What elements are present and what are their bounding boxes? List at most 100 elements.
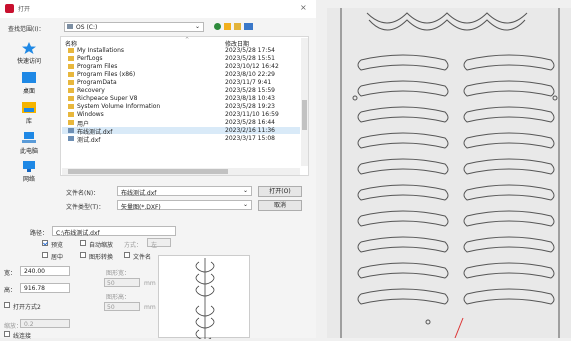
new-width-value: 50 <box>107 280 115 287</box>
sidebar-item-desktop[interactable]: 桌面 <box>0 72 58 95</box>
folder-icon <box>68 96 74 101</box>
cut-path <box>357 158 449 175</box>
scroll-thumb[interactable] <box>68 169 228 174</box>
file-checkbox[interactable] <box>124 252 130 258</box>
open-file-dialog: 打开 × 查找范围(I)： OS (C:) ⌄ 快速访问 桌面 库 此电脑 网络… <box>0 0 316 341</box>
center-checkbox[interactable] <box>42 252 48 258</box>
cut-path <box>357 184 449 201</box>
width-field[interactable]: 240.00 <box>20 266 70 276</box>
path-value: C:\布线测试.dxf <box>56 230 100 237</box>
width-label: 宽： <box>4 270 17 277</box>
file-date: 2023/5/28 16:44 <box>225 119 275 126</box>
vertical-scrollbar[interactable] <box>301 38 308 166</box>
filename-value: 布线测试.dxf <box>121 190 157 197</box>
new-folder-icon[interactable] <box>234 23 241 30</box>
file-name: My Installations <box>77 47 124 54</box>
sidebar-item-library[interactable]: 库 <box>0 102 58 125</box>
height-field[interactable]: 916.78 <box>20 283 70 293</box>
cut-path <box>463 288 555 305</box>
cut-path <box>463 80 555 97</box>
sidebar-item-this-pc[interactable]: 此电脑 <box>0 132 58 155</box>
folder-icon <box>68 120 74 125</box>
cut-path <box>357 210 449 227</box>
folder-icon <box>68 80 74 85</box>
folder-icon <box>68 64 74 69</box>
preview-checkbox[interactable] <box>42 240 48 246</box>
drive-icon <box>67 24 73 29</box>
file-row[interactable]: System Volume Information 2023/5/28 19:23 <box>62 103 300 110</box>
sidebar-item-network[interactable]: 网络 <box>0 160 58 183</box>
file-row[interactable]: Richpeace Super V8 2023/8/18 10:43 <box>62 95 300 102</box>
up-folder-icon[interactable] <box>224 23 231 30</box>
rotate-checkbox[interactable] <box>80 252 86 258</box>
folder-icon <box>68 56 74 61</box>
filetype-select[interactable]: 矢量图(*.DXF) ⌄ <box>117 200 252 211</box>
cut-path <box>463 210 555 227</box>
close-button[interactable]: × <box>300 3 307 12</box>
file-row[interactable]: 测试.dxf 2023/3/17 15:08 <box>62 135 300 144</box>
file-date: 2023/8/18 10:43 <box>225 95 275 102</box>
file-name: Richpeace Super V8 <box>77 95 138 102</box>
file-date: 2023/2/16 11:36 <box>225 127 275 134</box>
cut-path <box>463 236 555 253</box>
filetype-value: 矢量图(*.DXF) <box>121 204 161 211</box>
file-date: 2023/5/28 17:54 <box>225 47 275 54</box>
mark-circle <box>425 319 431 325</box>
file-name: Program Files <box>77 63 118 70</box>
new-width-field[interactable]: 50 <box>104 278 140 287</box>
drawing-outline <box>340 8 560 339</box>
dxf-file-icon <box>68 128 74 133</box>
lookin-select[interactable]: OS (C:) ⌄ <box>64 22 204 32</box>
sidebar-item-quick-access[interactable]: 快速访问 <box>0 42 58 65</box>
file-row[interactable]: Windows 2023/11/10 16:59 <box>62 111 300 118</box>
folder-icon <box>68 88 74 93</box>
file-row[interactable]: My Installations 2023/5/28 17:54 <box>62 47 300 54</box>
horizontal-scrollbar[interactable] <box>62 168 300 175</box>
file-date: 2023/5/28 15:51 <box>225 55 275 62</box>
preview-label: 预览 <box>51 242 64 249</box>
filename-input[interactable]: 布线测试.dxf ⌄ <box>117 186 252 197</box>
file-name: ProgramData <box>77 79 117 86</box>
path-field[interactable]: C:\布线测试.dxf <box>52 226 176 237</box>
path-label: 路径： <box>30 230 49 237</box>
connect-checkbox[interactable] <box>4 331 10 337</box>
network-icon <box>23 161 35 172</box>
back-icon[interactable] <box>214 23 221 30</box>
app-icon <box>5 4 14 13</box>
open-button[interactable]: 打开(O) <box>258 186 302 197</box>
file-row[interactable]: Program Files 2023/10/12 16:42 <box>62 63 300 70</box>
file-date: 2023/8/10 22:29 <box>225 71 275 78</box>
drawing-preview <box>158 255 250 341</box>
new-height-value: 50 <box>107 304 115 311</box>
scale-field[interactable]: 0.2 <box>20 319 70 328</box>
autoscale-checkbox[interactable] <box>80 240 86 246</box>
new-height-field[interactable]: 50 <box>104 302 140 311</box>
ratio-label: 方式： <box>124 242 143 249</box>
file-date: 2023/11/7 9:41 <box>225 79 272 86</box>
openmode-checkbox[interactable] <box>4 302 10 308</box>
cut-path <box>463 132 555 149</box>
view-menu-icon[interactable] <box>244 23 253 30</box>
sidebar-label: 此电脑 <box>19 148 38 155</box>
file-name: Windows <box>77 111 104 118</box>
file-row[interactable]: 布线测试.dxf 2023/2/16 11:36 <box>62 127 300 136</box>
ratio-select[interactable]: 左 <box>147 238 171 249</box>
file-row[interactable]: PerfLogs 2023/5/28 15:51 <box>62 55 300 62</box>
file-name: PerfLogs <box>77 55 103 62</box>
file-row[interactable]: 用户 2023/5/28 16:44 <box>62 119 300 128</box>
cut-path <box>357 288 449 305</box>
preview-thumbnail <box>195 258 215 341</box>
unit-label: mm <box>144 304 156 311</box>
cut-path <box>357 132 449 149</box>
connect-label: 线连接 <box>13 333 32 340</box>
folder-icon <box>68 72 74 77</box>
file-list[interactable]: 名称 修改日期 ^ My Installations 2023/5/28 17:5… <box>60 36 309 176</box>
file-row[interactable]: Program Files (x86) 2023/8/10 22:29 <box>62 71 300 78</box>
scroll-thumb[interactable] <box>302 100 307 130</box>
file-row[interactable]: ProgramData 2023/11/7 9:41 <box>62 79 300 86</box>
file-name: Recovery <box>77 87 105 94</box>
cad-canvas[interactable] <box>327 8 571 339</box>
folder-icon <box>68 112 74 117</box>
file-row[interactable]: Recovery 2023/5/28 15:59 <box>62 87 300 94</box>
cancel-button[interactable]: 取消 <box>258 200 302 211</box>
